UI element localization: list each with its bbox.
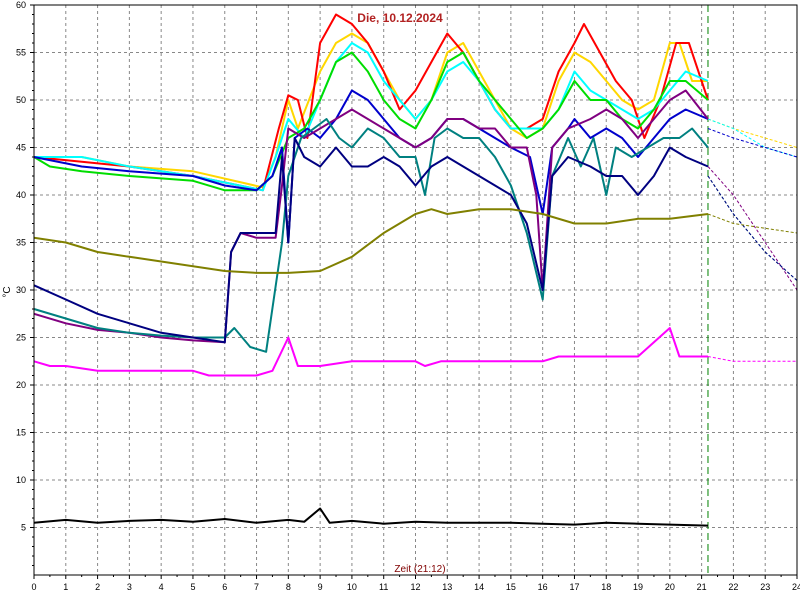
y-tick-label: 5 [21, 523, 26, 533]
y-tick-label: 35 [16, 238, 26, 248]
x-tick-label: 17 [569, 582, 579, 592]
x-tick-label: 9 [318, 582, 323, 592]
x-tick-label: 0 [31, 582, 36, 592]
y-tick-label: 15 [16, 428, 26, 438]
series-line-9 [33, 208, 709, 274]
series-line-10 [33, 327, 708, 377]
y-tick-label: 25 [16, 333, 26, 343]
x-tick-label: 19 [633, 582, 643, 592]
x-tick-label: 8 [286, 582, 291, 592]
x-tick-label: 11 [379, 582, 388, 592]
x-tick-label: 2 [95, 582, 100, 592]
series-forecast-3 [707, 118, 798, 158]
y-tick-label: 40 [16, 190, 26, 200]
y-tick-label: 10 [16, 475, 26, 485]
x-tick-label: 23 [760, 582, 770, 592]
x-tick-label: 10 [347, 582, 357, 592]
x-tick-label: 5 [190, 582, 195, 592]
series-line-8 [33, 137, 709, 344]
y-tick-label: 55 [16, 48, 26, 58]
y-tick-label: 50 [16, 95, 26, 105]
x-tick-label: 4 [159, 582, 164, 592]
x-tick-label: 24 [792, 582, 800, 592]
x-tick-label: 6 [222, 582, 227, 592]
x-tick-label: 18 [601, 582, 611, 592]
series-forecast-7 [707, 175, 798, 281]
x-tick-label: 16 [538, 582, 548, 592]
x-tick-label: 7 [254, 582, 259, 592]
series-line-7 [33, 118, 709, 353]
x-tick-label: 20 [665, 582, 675, 592]
y-tick-label: 20 [16, 380, 26, 390]
x-tick-label: 1 [63, 582, 68, 592]
series-forecast-10 [707, 356, 797, 362]
chart-axes: 0 1 2 3 4 5 6 7 8 9 10 11 12 13 14 15 16 17 18 19 20 21 22 23 24… [16, 0, 800, 592]
now-label: Zeit (21:12) [394, 564, 445, 575]
x-tick-label: 13 [442, 582, 452, 592]
y-tick-label: 30 [16, 285, 26, 295]
x-tick-label: 21 [697, 582, 707, 592]
series-line-11 [33, 507, 709, 527]
x-tick-label: 3 [127, 582, 132, 592]
chart-svg: 0 1 2 3 4 5 6 7 8 9 10 11 12 13 14 15 16 17 18 19 20 21 22 23 24… [2, 0, 800, 592]
y-axis-label: °C [2, 286, 13, 297]
chart-title: Die, 10.12.2024 [357, 11, 443, 25]
y-tick-label: 60 [16, 0, 26, 10]
x-tick-label: 15 [506, 582, 516, 592]
series-forecast-8 [707, 175, 798, 281]
x-tick-label: 12 [410, 582, 420, 592]
x-tick-label: 22 [728, 582, 738, 592]
series-forecast-6 [707, 166, 798, 291]
series-forecast-5 [707, 128, 798, 158]
y-tick-label: 45 [16, 143, 26, 153]
x-tick-label: 14 [474, 582, 484, 592]
